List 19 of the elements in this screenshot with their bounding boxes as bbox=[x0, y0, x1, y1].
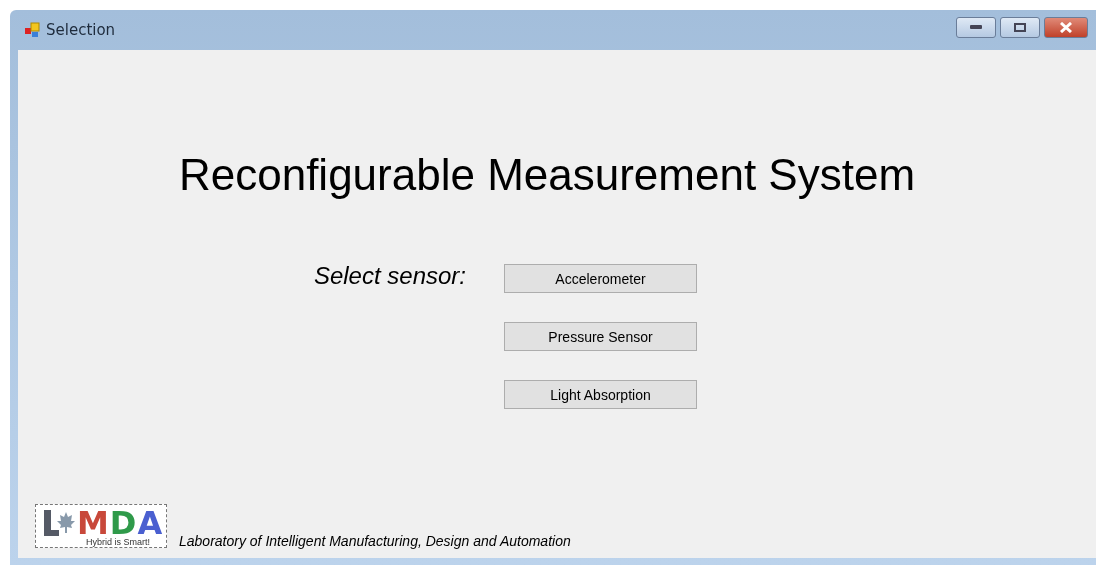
maximize-button[interactable] bbox=[1000, 16, 1040, 38]
logo-letter: M bbox=[77, 507, 109, 539]
heading: Reconfigurable Measurement System bbox=[177, 150, 917, 200]
logo-letter: A bbox=[137, 507, 163, 539]
sensor-button[interactable]: Light Absorption bbox=[504, 380, 697, 409]
leaf-icon bbox=[42, 508, 76, 538]
app-icon bbox=[24, 22, 40, 38]
minimize-icon bbox=[970, 25, 982, 29]
close-button[interactable] bbox=[1044, 16, 1088, 38]
window-title: Selection bbox=[46, 21, 117, 39]
logo-tagline: Hybrid is Smart! bbox=[86, 538, 150, 547]
sensor-button[interactable]: Accelerometer bbox=[504, 264, 697, 293]
sensor-button[interactable]: Pressure Sensor bbox=[504, 322, 697, 351]
maximize-icon bbox=[1014, 22, 1026, 32]
close-icon bbox=[1059, 21, 1073, 33]
logo-letter: D bbox=[109, 507, 137, 539]
prompt-label: Select sensor: bbox=[312, 262, 466, 290]
footer-text: Laboratory of Intelligent Manufacturing, Design and Automation bbox=[179, 533, 571, 549]
minimize-button[interactable] bbox=[956, 16, 996, 38]
